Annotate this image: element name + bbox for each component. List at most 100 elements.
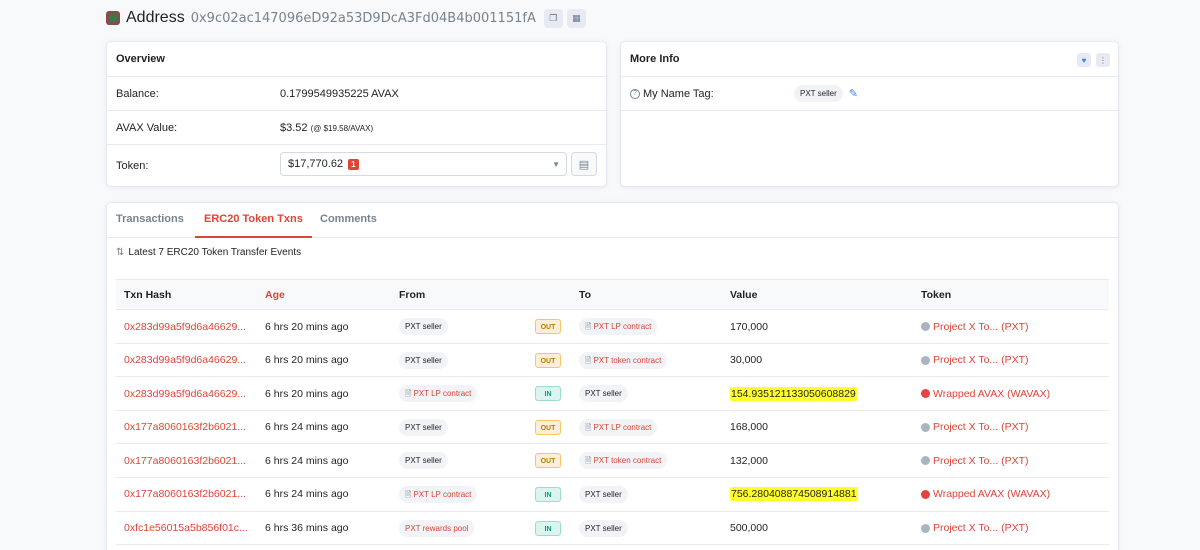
avax-value-amount: $3.52 (280, 121, 308, 134)
table-row: 0x177a8060163f2b6021... 6 hrs 24 mins ago… (116, 411, 1109, 445)
txn-age: 6 hrs 24 mins ago (265, 488, 349, 501)
chevron-down-icon: ▼ (552, 159, 560, 169)
to-cell: 🗎 PXT LP contract (579, 310, 658, 343)
to-address[interactable]: 🗎 PXT LP contract (579, 418, 658, 436)
edit-icon[interactable]: ✎ (849, 87, 858, 100)
token-name: Wrapped AVAX (WAVAX) (933, 387, 1051, 400)
table-body: 0x283d99a5f9d6a46629... 6 hrs 20 mins ago… (116, 310, 1109, 546)
txn-age: 6 hrs 20 mins ago (265, 387, 349, 400)
table-row: 0xfc1e56015a5b856f01c... 6 hrs 36 mins ag… (116, 512, 1109, 546)
token-name: Project X To... (PXT) (933, 454, 1029, 467)
col-from: From (399, 289, 426, 301)
token-holdings-value: $17,770.62 (288, 158, 344, 170)
table-row: 0x177a8060163f2b6021... 6 hrs 24 mins ago… (116, 478, 1109, 512)
token-link[interactable]: Project X To... (PXT) (921, 512, 1029, 545)
overview-card: Overview Balance: 0.1799549935225 AVAX A… (106, 41, 607, 187)
latest-events-caption: ⇅ Latest 7 ERC20 Token Transfer Events (116, 247, 301, 258)
txn-hash-link[interactable]: 0x177a8060163f2b6021... (124, 411, 246, 444)
token-link[interactable]: Wrapped AVAX (WAVAX) (921, 478, 1050, 511)
direction-badge: OUT (535, 352, 561, 368)
from-address[interactable]: PXT rewards pool (399, 519, 475, 537)
token-label: Token: (116, 160, 149, 172)
name-tag-value-wrap: PXT seller ✎ (794, 85, 858, 102)
transfer-value: 170,000 (730, 320, 768, 333)
table-row: 0x283d99a5f9d6a46629... 6 hrs 20 mins ago… (116, 344, 1109, 378)
direction-cell: IN (535, 478, 561, 511)
direction-badge: OUT (535, 419, 561, 435)
more-options-icon[interactable]: ⋮ (1096, 53, 1110, 67)
from-address: PXT seller (399, 418, 448, 436)
avax-value-row: AVAX Value: $3.52 (@ $19.58/AVAX) (107, 111, 606, 145)
page-header: Address 0x9c02ac147096eD92a53D9DcA3Fd04B… (106, 8, 590, 28)
qr-code-icon[interactable]: ▦ (566, 8, 586, 28)
contract-file-icon: 🗎 (585, 322, 592, 331)
wavax-token-icon (921, 389, 930, 399)
to-address[interactable]: 🗎 PXT token contract (579, 452, 668, 470)
txn-hash-link[interactable]: 0x177a8060163f2b6021... (124, 444, 246, 477)
value-cell: 756.280408874508914881 (730, 478, 858, 511)
transfer-value: 500,000 (730, 522, 768, 535)
to-address-label: PXT LP contract (593, 422, 652, 432)
to-address-label: PXT LP contract (593, 322, 652, 331)
to-address-label: PXT seller (585, 489, 622, 499)
from-address-label: PXT rewards pool (405, 523, 469, 533)
to-address: PXT seller (579, 485, 628, 503)
direction-badge: OUT (535, 319, 561, 334)
transfer-value: 132,000 (730, 454, 768, 467)
from-address-label: PXT LP contract (413, 489, 472, 499)
from-address[interactable]: 🗎 PXT LP contract (399, 485, 478, 503)
from-cell: PXT seller (399, 411, 448, 444)
to-cell: 🗎 PXT token contract (579, 444, 668, 477)
from-cell: 🗎 PXT LP contract (399, 478, 478, 511)
to-address-label: PXT seller (585, 523, 622, 533)
token-name: Project X To... (PXT) (933, 421, 1029, 434)
txn-age: 6 hrs 36 mins ago (265, 522, 349, 535)
tab-erc20-token-txns[interactable]: ERC20 Token Txns (195, 203, 312, 238)
heart-icon[interactable]: ♥ (1077, 53, 1091, 67)
sort-icon: ⇅ (116, 247, 125, 258)
txn-hash-link[interactable]: 0x283d99a5f9d6a46629... (124, 310, 246, 343)
value-cell: 170,000 (730, 310, 768, 343)
txn-hash-link[interactable]: 0x177a8060163f2b6021... (124, 478, 246, 511)
txn-hash-link[interactable]: 0x283d99a5f9d6a46629... (124, 377, 246, 410)
value-cell: 168,000 (730, 411, 768, 444)
col-to: To (579, 289, 592, 301)
direction-badge: OUT (535, 453, 561, 469)
txn-hash-link[interactable]: 0x283d99a5f9d6a46629... (124, 344, 246, 377)
from-address: PXT seller (399, 351, 448, 369)
col-age[interactable]: Age (265, 280, 285, 311)
token-dropdown[interactable]: $17,770.62 1 ▼ (280, 152, 567, 176)
token-link[interactable]: Project X To... (PXT) (921, 310, 1029, 343)
txn-age: 6 hrs 24 mins ago (265, 421, 349, 434)
to-address[interactable]: 🗎 PXT token contract (579, 351, 668, 369)
value-cell: 154.935121133050608829 (730, 377, 857, 410)
from-cell: PXT seller (399, 310, 448, 343)
contract-file-icon: 🗎 (405, 389, 412, 399)
table-row: 0x177a8060163f2b6021... 6 hrs 24 mins ago… (116, 444, 1109, 478)
pxt-token-icon (921, 456, 930, 466)
tab-comments[interactable]: Comments (320, 203, 377, 238)
copy-icon[interactable]: ❐ (543, 8, 563, 28)
to-cell: PXT seller (579, 377, 628, 410)
pxt-token-icon (921, 422, 930, 432)
col-value: Value (730, 289, 758, 301)
to-address: PXT seller (579, 385, 628, 403)
txn-hash-link[interactable]: 0xfc1e56015a5b856f01c... (124, 512, 248, 545)
tab-transactions[interactable]: Transactions (116, 203, 184, 238)
from-address[interactable]: 🗎 PXT LP contract (399, 385, 478, 403)
transfer-value: 30,000 (730, 354, 763, 367)
wallet-icon[interactable]: ▤ (571, 152, 597, 176)
token-link[interactable]: Wrapped AVAX (WAVAX) (921, 377, 1050, 410)
direction-cell: OUT (535, 411, 561, 444)
from-address-label: PXT seller (405, 456, 442, 466)
name-tag-row: ? My Name Tag: PXT seller ✎ (621, 77, 1118, 111)
direction-cell: OUT (535, 444, 561, 477)
to-cell: PXT seller (579, 478, 628, 511)
to-address[interactable]: 🗎 PXT LP contract (579, 318, 658, 335)
name-tag-label: My Name Tag: (643, 87, 714, 100)
balance-value: 0.1799549935225 AVAX (280, 87, 399, 100)
token-link[interactable]: Project X To... (PXT) (921, 411, 1029, 444)
contract-file-icon: 🗎 (585, 355, 592, 365)
token-link[interactable]: Project X To... (PXT) (921, 344, 1029, 377)
token-link[interactable]: Project X To... (PXT) (921, 444, 1029, 477)
